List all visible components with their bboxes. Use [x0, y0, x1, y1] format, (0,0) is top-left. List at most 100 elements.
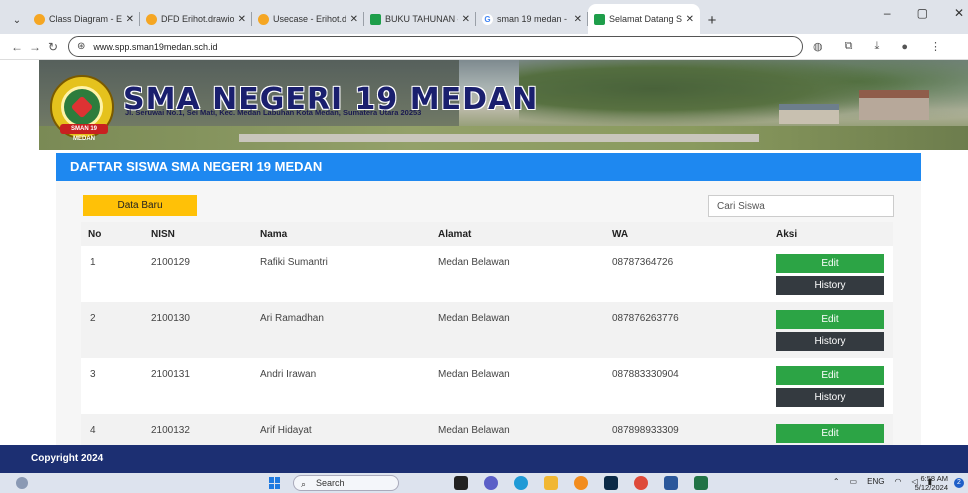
- notification-badge[interactable]: 2: [954, 478, 964, 488]
- history-button[interactable]: History: [776, 276, 884, 295]
- close-icon[interactable]: ✕: [126, 14, 134, 25]
- cell-no: 3: [90, 369, 96, 380]
- close-window-icon[interactable]: ✕: [954, 6, 964, 20]
- site-info-icon[interactable]: ⊛: [77, 41, 85, 52]
- close-icon[interactable]: ✕: [686, 14, 694, 25]
- chevron-up-icon[interactable]: ⌃: [833, 477, 840, 486]
- cell-alamat: Medan Belawan: [438, 313, 510, 324]
- cell-no: 1: [90, 257, 96, 268]
- wifi-icon[interactable]: ◠: [894, 477, 901, 486]
- tab-class-diagram[interactable]: Class Diagram - Erihc ✕: [28, 4, 140, 34]
- column-header-nisn: NISN: [151, 229, 175, 240]
- column-header-alamat: Alamat: [438, 229, 472, 240]
- chat-icon[interactable]: [484, 476, 498, 490]
- url-input[interactable]: ⊛ www.spp.sman19medan.sch.id: [68, 36, 803, 57]
- tab-buku-tahunan[interactable]: BUKU TAHUNAN – SI ✕: [364, 4, 476, 34]
- minimize-icon[interactable]: –: [884, 6, 891, 20]
- profile-icon[interactable]: ●: [901, 41, 908, 53]
- chrome-icon[interactable]: [634, 476, 648, 490]
- keyboard-icon[interactable]: ▭: [850, 477, 858, 486]
- column-header-nama: Nama: [260, 229, 288, 240]
- taskbar-search[interactable]: ⌕ Search: [293, 475, 399, 491]
- page-footer: Copyright 2024: [0, 445, 968, 473]
- cell-nisn: 2100130: [151, 313, 190, 324]
- close-icon[interactable]: ✕: [238, 14, 246, 25]
- cell-wa: 087898933309: [612, 425, 679, 436]
- edit-button[interactable]: Edit: [776, 254, 884, 273]
- table-row: 1 2100129 Rafiki Sumantri Medan Belawan …: [81, 246, 893, 302]
- cell-nisn: 2100131: [151, 369, 190, 380]
- clock-time: 6:58 AM: [920, 474, 948, 483]
- tab-search-icon[interactable]: ⌄: [6, 6, 28, 34]
- drawio-icon: [34, 13, 45, 25]
- table-row: 4 2100132 Arif Hidayat Medan Belawan 087…: [81, 414, 893, 445]
- tab-dfd[interactable]: DFD Erihot.drawio - d ✕: [140, 4, 252, 34]
- student-list-card: Data Baru No NISN Nama Alamat WA Aksi 1 …: [56, 181, 921, 445]
- address-bar: ← → ↻ ⊛ www.spp.sman19medan.sch.id ◍ ⧉ ⤓…: [0, 34, 968, 60]
- windows-taskbar: ⌕ Search ⌃ ▭ ENG ◠ ◁ ▮ 6:58 AM 5/12/2024…: [0, 473, 968, 493]
- column-header-no: No: [88, 229, 102, 240]
- cell-alamat: Medan Belawan: [438, 257, 510, 268]
- search-icon: ⌕: [301, 479, 307, 489]
- drawio-icon: [146, 13, 157, 25]
- table-row: 2 2100130 Ari Ramadhan Medan Belawan 087…: [81, 302, 893, 358]
- photoshop-icon[interactable]: [604, 476, 618, 490]
- table-row: 3 2100131 Andri Irawan Medan Belawan 087…: [81, 358, 893, 414]
- app-icon[interactable]: [574, 476, 588, 490]
- forward-icon[interactable]: →: [26, 40, 44, 54]
- drawio-icon: [258, 13, 269, 25]
- new-data-button[interactable]: Data Baru: [83, 195, 197, 216]
- extension-icon[interactable]: ◍: [813, 40, 823, 53]
- url-text: www.spp.sman19medan.sch.id: [93, 41, 218, 52]
- close-icon[interactable]: ✕: [574, 14, 582, 25]
- tab-selamat-datang[interactable]: Selamat Datang Siswa ✕: [588, 4, 700, 34]
- banner-building: [779, 104, 839, 124]
- file-explorer-icon[interactable]: [544, 476, 558, 490]
- restore-icon[interactable]: ▢: [917, 6, 928, 20]
- logo-ribbon: SMAN 19 MEDAN: [60, 124, 108, 142]
- close-icon[interactable]: ✕: [350, 14, 358, 25]
- tab-title: Selamat Datang Siswa: [609, 14, 682, 24]
- cell-wa: 08787364726: [612, 257, 674, 268]
- google-icon: G: [482, 13, 493, 25]
- tab-title: Class Diagram - Erihc: [49, 14, 122, 24]
- taskbar-apps: [454, 476, 708, 490]
- cell-wa: 087883330904: [612, 369, 679, 380]
- clock-date: 5/12/2024: [914, 483, 948, 492]
- language-indicator[interactable]: ENG: [867, 477, 884, 486]
- word-icon[interactable]: [664, 476, 678, 490]
- banner-wall: [239, 134, 759, 142]
- menu-icon[interactable]: ⋮: [930, 40, 941, 53]
- cell-nisn: 2100132: [151, 425, 190, 436]
- edit-button[interactable]: Edit: [776, 310, 884, 329]
- close-icon[interactable]: ✕: [462, 14, 470, 25]
- site-icon: [594, 13, 605, 25]
- cell-nama: Andri Irawan: [260, 369, 317, 380]
- history-button[interactable]: History: [776, 332, 884, 351]
- excel-icon[interactable]: [694, 476, 708, 490]
- cell-nama: Arif Hidayat: [260, 425, 312, 436]
- history-button[interactable]: History: [776, 388, 884, 407]
- clock[interactable]: 6:58 AM 5/12/2024: [915, 474, 948, 492]
- site-icon: [370, 13, 381, 25]
- new-tab-icon[interactable]: +: [700, 6, 724, 34]
- task-view-icon[interactable]: [454, 476, 468, 490]
- weather-icon[interactable]: [16, 477, 28, 489]
- puzzle-icon[interactable]: ⧉: [845, 40, 853, 53]
- cell-nama: Rafiki Sumantri: [260, 257, 328, 268]
- search-student-input[interactable]: [708, 195, 894, 217]
- edge-icon[interactable]: [514, 476, 528, 490]
- back-icon[interactable]: ←: [8, 40, 26, 54]
- table-header: No NISN Nama Alamat WA Aksi: [81, 222, 893, 246]
- banner-building: [859, 90, 929, 120]
- windows-start-icon[interactable]: [269, 477, 281, 489]
- edit-button[interactable]: Edit: [776, 366, 884, 385]
- tab-usecase[interactable]: Usecase - Erihot.draw ✕: [252, 4, 364, 34]
- reload-icon[interactable]: ↻: [44, 40, 62, 54]
- cell-nisn: 2100129: [151, 257, 190, 268]
- school-banner: SMAN 19 MEDAN SMA NEGERI 19 MEDAN Jl. Se…: [39, 60, 968, 150]
- edit-button[interactable]: Edit: [776, 424, 884, 443]
- tab-google-search[interactable]: G sman 19 medan - Go ✕: [476, 4, 588, 34]
- download-icon[interactable]: ⤓: [874, 40, 879, 53]
- window-controls: – ▢ ✕: [884, 6, 964, 20]
